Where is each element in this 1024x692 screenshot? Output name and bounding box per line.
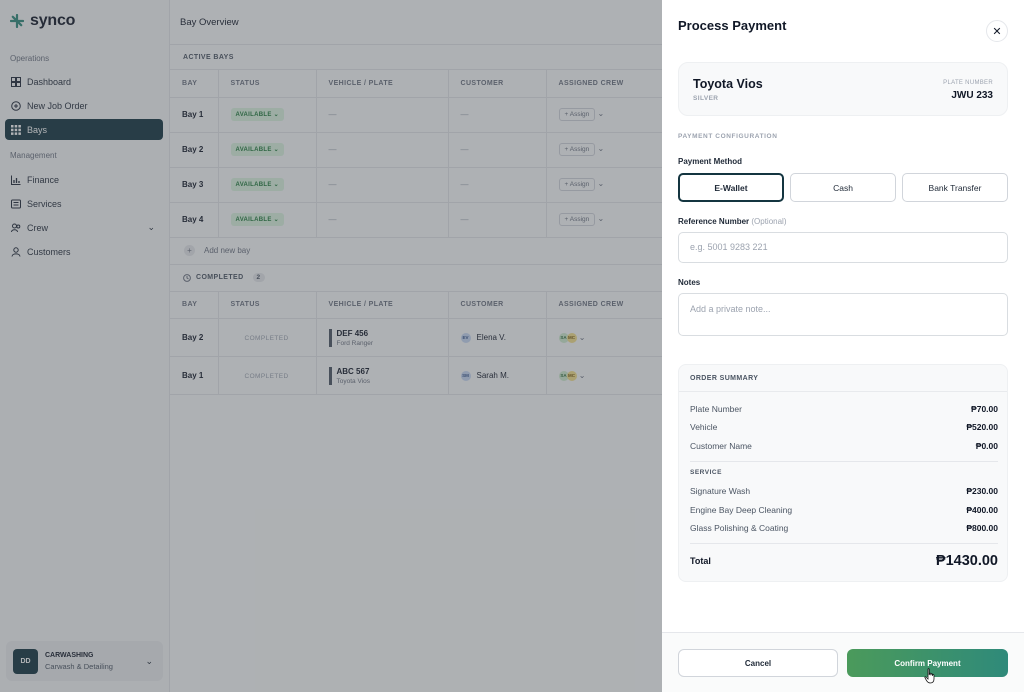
divider bbox=[690, 461, 998, 462]
total-value: ₱1430.00 bbox=[935, 553, 998, 569]
process-payment-panel: Process Payment ✕ Toyota Vios SILVER PLA… bbox=[662, 0, 1024, 692]
order-summary: ORDER SUMMARY Plate Number ₱70.00 Vehicl… bbox=[678, 364, 1008, 582]
service-label: Signature Wash bbox=[690, 486, 751, 496]
service-value: ₱800.00 bbox=[966, 523, 998, 533]
summary-label: Customer Name bbox=[690, 441, 752, 451]
payment-method-cash[interactable]: Cash bbox=[790, 173, 896, 202]
payment-method-bank-transfer[interactable]: Bank Transfer bbox=[902, 173, 1008, 202]
notes-label: Notes bbox=[678, 278, 701, 287]
service-section-label: SERVICE bbox=[690, 469, 722, 476]
summary-value: ₱0.00 bbox=[975, 441, 998, 451]
service-row: Engine Bay Deep Cleaning ₱400.00 bbox=[690, 505, 998, 515]
modal-backdrop[interactable] bbox=[0, 0, 662, 692]
total-row: Total ₱1430.00 bbox=[690, 553, 998, 569]
payment-method-label: Payment Method bbox=[678, 157, 743, 166]
total-label: Total bbox=[690, 556, 711, 566]
summary-value: ₱520.00 bbox=[966, 422, 998, 432]
optional-hint: (Optional) bbox=[751, 217, 787, 226]
service-row: Signature Wash ₱230.00 bbox=[690, 486, 998, 496]
reference-number-input[interactable]: e.g. 5001 9283 221 bbox=[678, 232, 1008, 263]
order-summary-title: ORDER SUMMARY bbox=[679, 365, 1007, 392]
reference-number-label: Reference Number (Optional) bbox=[678, 217, 787, 226]
service-row: Glass Polishing & Coating ₱800.00 bbox=[690, 523, 998, 533]
vehicle-color: SILVER bbox=[693, 95, 719, 102]
summary-row: Plate Number ₱70.00 bbox=[690, 404, 998, 414]
plate-number-value: JWU 233 bbox=[951, 90, 993, 101]
service-value: ₱400.00 bbox=[966, 505, 998, 515]
plate-number-label: PLATE NUMBER bbox=[943, 80, 993, 86]
service-value: ₱230.00 bbox=[966, 486, 998, 496]
summary-row: Vehicle ₱520.00 bbox=[690, 422, 998, 432]
service-label: Glass Polishing & Coating bbox=[690, 523, 789, 533]
payment-method-ewallet[interactable]: E-Wallet bbox=[678, 173, 784, 202]
panel-title: Process Payment bbox=[678, 18, 787, 33]
vehicle-name: Toyota Vios bbox=[693, 77, 763, 91]
panel-footer: Cancel Confirm Payment bbox=[662, 632, 1024, 692]
close-icon: ✕ bbox=[992, 25, 1002, 38]
summary-row: Customer Name ₱0.00 bbox=[690, 441, 998, 451]
divider bbox=[690, 543, 998, 544]
hand-cursor-icon bbox=[924, 668, 935, 684]
close-button[interactable]: ✕ bbox=[986, 20, 1008, 42]
summary-label: Plate Number bbox=[690, 404, 742, 414]
notes-textarea[interactable]: Add a private note... bbox=[678, 293, 1008, 336]
service-label: Engine Bay Deep Cleaning bbox=[690, 505, 793, 515]
cancel-button[interactable]: Cancel bbox=[678, 649, 838, 677]
summary-label: Vehicle bbox=[690, 422, 718, 432]
vehicle-card: Toyota Vios SILVER PLATE NUMBER JWU 233 bbox=[678, 62, 1008, 116]
payment-configuration-label: PAYMENT CONFIGURATION bbox=[678, 133, 778, 140]
reference-number-label-text: Reference Number bbox=[678, 217, 750, 226]
summary-value: ₱70.00 bbox=[971, 404, 998, 414]
